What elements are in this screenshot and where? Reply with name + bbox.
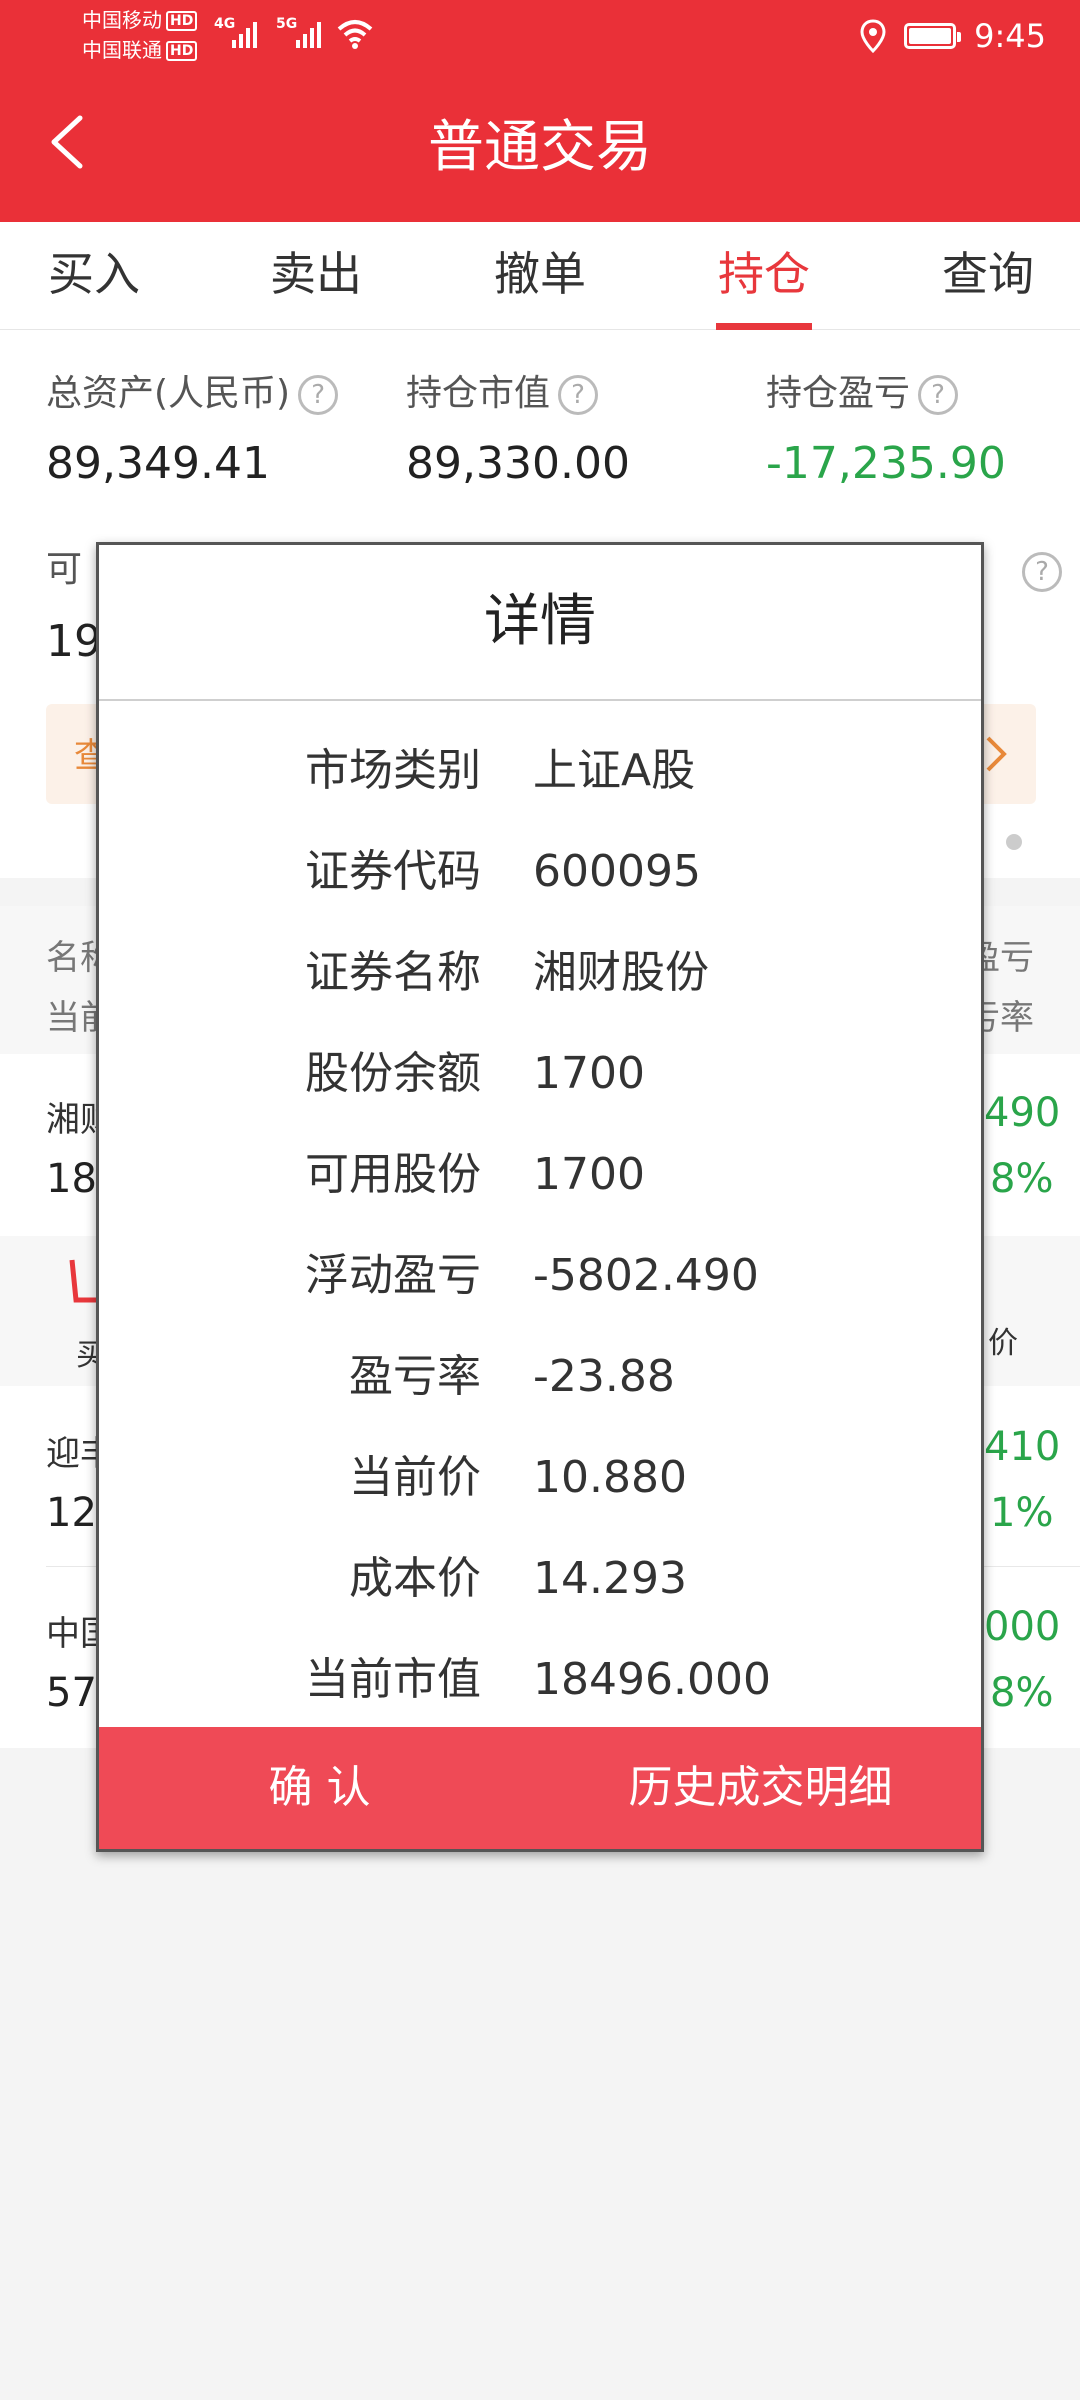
detail-label: 浮动盈亏 <box>305 1250 481 1301</box>
app-header: 中国移动 HD 中国联通 HD 4G 5G 9:45 普通交易 <box>0 0 1080 222</box>
dialog-footer: 确 认 历史成交明细 <box>99 1727 981 1849</box>
row-1-rate: 8% <box>990 1156 1054 1202</box>
detail-row-market: 市场类别 上证A股 <box>99 721 981 821</box>
help-icon[interactable]: ? <box>298 375 339 415</box>
detail-value: 1700 <box>533 1149 645 1200</box>
tab-positions-label: 持仓 <box>718 247 810 301</box>
market-value-label: 持仓市值? <box>406 370 599 418</box>
dialog-divider <box>99 699 981 701</box>
page-indicator-dot <box>1006 834 1022 850</box>
tab-cancel-label: 撤单 <box>494 247 586 301</box>
pnl-label-text: 持仓盈亏 <box>766 373 911 414</box>
detail-row-balance: 股份余额 1700 <box>99 1024 981 1124</box>
detail-label: 证券代码 <box>305 846 481 897</box>
detail-row-name: 证券名称 湘财股份 <box>99 923 981 1023</box>
detail-row-current-price: 当前价 10.880 <box>99 1428 981 1528</box>
tab-buy[interactable]: 买入 <box>46 222 142 330</box>
hd-badge: HD <box>166 41 198 61</box>
dialog-title: 详情 <box>484 589 596 654</box>
detail-row-available: 可用股份 1700 <box>99 1125 981 1225</box>
detail-label: 当前价 <box>349 1452 481 1503</box>
clock: 9:45 <box>974 17 1046 55</box>
tab-positions[interactable]: 持仓 <box>716 222 812 330</box>
detail-value: 14.293 <box>533 1553 687 1604</box>
row-1-pnl: 490 <box>984 1090 1061 1136</box>
detail-row-floating-pnl: 浮动盈亏 -5802.490 <box>99 1226 981 1326</box>
action-price-label[interactable]: 价 <box>988 1318 1018 1362</box>
row-2-pnl: 410 <box>984 1424 1061 1470</box>
detail-value: 18496.000 <box>533 1654 771 1705</box>
wifi-icon <box>337 20 373 49</box>
carrier-2: 中国联通 HD <box>82 38 198 62</box>
detail-value: 10.880 <box>533 1452 687 1503</box>
detail-value: 上证A股 <box>533 745 696 796</box>
history-trades-button[interactable]: 历史成交明细 <box>540 1727 981 1849</box>
tab-query-label: 查询 <box>942 247 1034 301</box>
battery-icon <box>904 23 962 49</box>
help-icon[interactable]: ? <box>1022 552 1062 592</box>
row-3-pnl: 000 <box>984 1604 1061 1650</box>
tab-buy-label: 买入 <box>48 247 140 301</box>
status-bar: 中国移动 HD 中国联通 HD 4G 5G 9:45 <box>0 0 1080 72</box>
confirm-button[interactable]: 确 认 <box>99 1727 540 1849</box>
total-assets-label-text: 总资产(人民币) <box>46 373 291 414</box>
tab-cancel[interactable]: 撤单 <box>492 222 588 330</box>
pnl-value: -17,235.90 <box>766 438 1006 489</box>
total-assets-value: 89,349.41 <box>46 438 270 489</box>
available-label-partial: 可 <box>46 549 83 590</box>
detail-value: 1700 <box>533 1048 645 1099</box>
chevron-right-icon <box>986 736 1007 772</box>
page-title: 普通交易 <box>428 115 652 180</box>
detail-row-code: 证券代码 600095 <box>99 822 981 922</box>
details-dialog: 详情 市场类别 上证A股 证券代码 600095 证券名称 湘财股份 股份余额 … <box>96 542 984 1852</box>
detail-label: 市场类别 <box>305 745 481 796</box>
detail-row-pnl-rate: 盈亏率 -23.88 <box>99 1327 981 1427</box>
detail-value: 湘财股份 <box>533 947 709 998</box>
detail-label: 当前市值 <box>305 1654 481 1705</box>
market-value-label-text: 持仓市值 <box>406 373 551 414</box>
available-value-partial: 19 <box>46 616 102 667</box>
tab-sell-label: 卖出 <box>270 247 362 301</box>
network-5g-label: 5G <box>276 16 298 32</box>
signal-icon <box>232 18 257 48</box>
row-3-rate: 8% <box>990 1670 1054 1716</box>
carrier-1-label: 中国移动 <box>82 8 162 32</box>
carrier-1: 中国移动 HD <box>82 8 198 32</box>
location-icon <box>860 19 886 53</box>
carrier-2-label: 中国联通 <box>82 38 162 62</box>
hd-badge: HD <box>166 11 198 31</box>
detail-row-market-value: 当前市值 18496.000 <box>99 1630 981 1730</box>
detail-row-cost-price: 成本价 14.293 <box>99 1529 981 1629</box>
market-value-value: 89,330.00 <box>406 438 630 489</box>
detail-value: 600095 <box>533 846 701 897</box>
status-right: 9:45 <box>860 14 1046 58</box>
detail-label: 可用股份 <box>305 1149 481 1200</box>
help-icon[interactable]: ? <box>558 375 599 415</box>
detail-label: 成本价 <box>349 1553 481 1604</box>
detail-value: -5802.490 <box>533 1250 759 1301</box>
detail-label: 证券名称 <box>305 947 481 998</box>
detail-value: -23.88 <box>533 1351 675 1402</box>
detail-label: 盈亏率 <box>349 1351 481 1402</box>
help-icon[interactable]: ? <box>918 375 959 415</box>
active-tab-indicator <box>716 323 812 330</box>
tab-query[interactable]: 查询 <box>940 222 1036 330</box>
tab-sell[interactable]: 卖出 <box>268 222 364 330</box>
pnl-label: 持仓盈亏? <box>766 370 959 418</box>
tab-bar: 买入 卖出 撤单 持仓 查询 <box>0 222 1080 330</box>
row-2-rate: 1% <box>990 1490 1054 1536</box>
signal-icon-2 <box>296 18 321 48</box>
total-assets-label: 总资产(人民币)? <box>46 370 339 418</box>
detail-label: 股份余额 <box>305 1048 481 1099</box>
